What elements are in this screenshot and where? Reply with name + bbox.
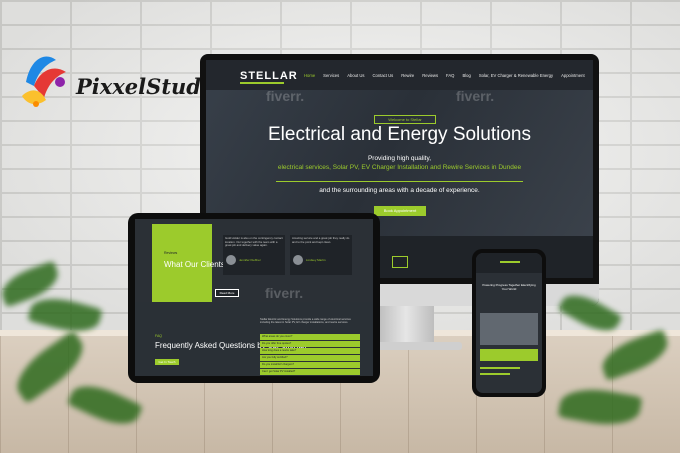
faq-item[interactable]: Do you offer free quotes? — [260, 341, 360, 347]
faq-item[interactable]: How long does a rewire take? — [260, 348, 360, 354]
testimonials-kicker: Reviews — [164, 251, 178, 255]
hero-line-1: Providing high quality, — [367, 155, 432, 162]
monitor-stand — [378, 306, 434, 346]
hero-title: Electrical and Energy Solutions — [268, 124, 531, 145]
nav-solar[interactable]: Solar, EV Charger & Renewable Energy — [479, 73, 553, 78]
get-in-touch-button[interactable]: Get In Touch — [155, 359, 179, 365]
phone-accent-bar — [480, 373, 510, 375]
watermark: fiverr. — [266, 88, 305, 104]
book-appointment-button[interactable]: Book Appointment — [374, 206, 426, 216]
watermark: fiverr. — [265, 285, 304, 301]
hero-line-3: and the surrounding areas with a decade … — [319, 187, 480, 194]
hero-kicker: Welcome to Stellar — [374, 115, 436, 124]
hero-divider — [276, 181, 523, 182]
nav-reviews[interactable]: Reviews — [422, 73, 438, 78]
reviewer-name: Lindsey Martin — [306, 258, 326, 262]
pixxelstudio-logo: PixxelStudio — [16, 52, 223, 114]
logo-mark-icon — [22, 56, 66, 107]
nav-services[interactable]: Services — [323, 73, 339, 78]
nav-faq[interactable]: FAQ — [446, 73, 454, 78]
hero-line-2: electrical services, Solar PV, EV Charge… — [277, 164, 522, 171]
nav-appointment[interactable]: Appointment — [561, 73, 585, 78]
review-text: Gold Holder is also on the contingency c… — [225, 236, 283, 247]
mockup-scene: PixxelStudio STELLAR Home Services About… — [0, 0, 680, 453]
solar-panel-icon — [392, 256, 408, 268]
faq-item[interactable]: Can I get Solar PV installed? — [260, 369, 360, 375]
brand-underline — [240, 82, 284, 84]
faq-kicker: FAQ — [155, 334, 163, 338]
faq-item[interactable]: Do you install EV chargers? — [260, 362, 360, 368]
tablet-website-screen: Reviews What Our Clients Say Read More G… — [135, 219, 373, 376]
avatar — [226, 255, 236, 265]
nav-about[interactable]: About Us — [347, 73, 364, 78]
faq-item[interactable]: Are you fully certified? — [260, 355, 360, 361]
phone-accent-bar — [480, 367, 520, 369]
nav-rewire[interactable]: Rewire — [401, 73, 414, 78]
faq-intro: Stellar Electric and Energy Solutions pr… — [260, 318, 351, 325]
read-more-button[interactable]: Read More — [215, 289, 239, 297]
nav-contact[interactable]: Contact Us — [372, 73, 393, 78]
nav-home[interactable]: Home — [304, 73, 315, 78]
phone-menu-bar — [500, 261, 520, 263]
faq-item[interactable]: What areas do you cover? — [260, 334, 360, 340]
phone-header — [476, 253, 542, 273]
watermark: fiverr. — [456, 88, 495, 104]
phone-green-panel — [480, 349, 538, 361]
phone-website-screen: Powering Progress Together Electrifying … — [476, 253, 542, 393]
phone-image-grid — [480, 313, 538, 345]
avatar — [293, 255, 303, 265]
nav-menu: Home Services About Us Contact Us Rewire… — [304, 73, 585, 78]
review-text: Amazing service and a great job they rea… — [292, 236, 350, 244]
phone-hero-title: Powering Progress Together Electrifying … — [482, 283, 536, 291]
site-brand[interactable]: STELLAR — [240, 70, 298, 82]
site-navbar: STELLAR Home Services About Us Contact U… — [206, 60, 593, 90]
reviewer-name: Jennifer Kleffner — [239, 258, 261, 262]
nav-blog[interactable]: Blog — [462, 73, 470, 78]
